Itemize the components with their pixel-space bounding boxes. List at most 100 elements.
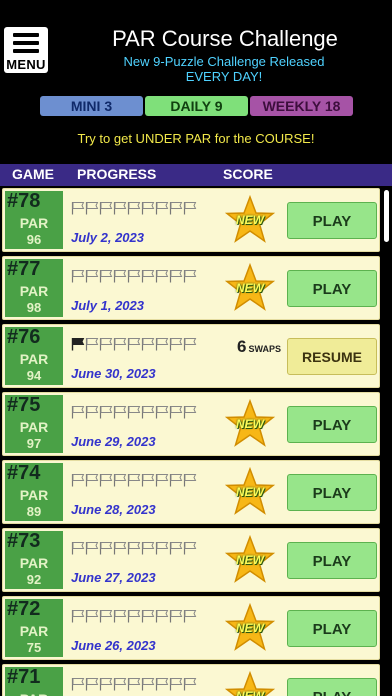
game-number: #71 [7, 666, 41, 688]
flag-empty-icon [85, 201, 99, 215]
progress-flags [71, 677, 197, 691]
menu-label: MENU [6, 57, 46, 72]
tab-daily-9[interactable]: DAILY 9 [145, 96, 248, 116]
flag-empty-icon [155, 473, 169, 487]
new-label: NEW [236, 213, 264, 227]
flag-empty-icon [127, 609, 141, 623]
game-number: #78 [7, 190, 41, 212]
flag-empty-icon [183, 337, 197, 351]
flag-empty-icon [127, 677, 141, 691]
play-button[interactable]: PLAY [287, 270, 377, 307]
swaps-count: 6 SWAPS [237, 337, 281, 357]
new-label: NEW [236, 689, 264, 696]
flag-empty-icon [99, 337, 113, 351]
puzzle-row[interactable]: #77 PAR 98 July 1, 2023 NEW PLAY [2, 256, 380, 320]
flag-empty-icon [71, 609, 85, 623]
progress-flags [71, 473, 197, 487]
puzzle-row[interactable]: #72 PAR 75 June 26, 2023 NEW PLAY [2, 596, 380, 660]
column-header: GAME PROGRESS SCORE [0, 164, 392, 186]
new-star-icon: NEW [224, 398, 276, 449]
new-label: NEW [236, 621, 264, 635]
flag-empty-icon [141, 609, 155, 623]
column-game: GAME [12, 166, 54, 182]
flag-filled-icon [71, 337, 85, 351]
game-badge: #72 PAR 75 [5, 598, 63, 657]
flag-empty-icon [71, 541, 85, 555]
new-star-icon: NEW [224, 602, 276, 653]
flag-empty-icon [71, 269, 85, 283]
flag-empty-icon [169, 269, 183, 283]
flag-empty-icon [141, 337, 155, 351]
game-badge: #77 PAR 98 [5, 258, 63, 317]
game-badge: #75 PAR 97 [5, 394, 63, 453]
flag-empty-icon [169, 405, 183, 419]
play-button[interactable]: PLAY [287, 678, 377, 696]
app-title: PAR Course Challenge [112, 26, 338, 51]
flag-empty-icon [85, 541, 99, 555]
flag-empty-icon [99, 405, 113, 419]
play-button[interactable]: PLAY [287, 610, 377, 647]
subtitle-line-1: New 9-Puzzle Challenge Released [123, 54, 325, 69]
flag-empty-icon [169, 201, 183, 215]
menu-button[interactable]: MENU [4, 27, 48, 73]
flag-empty-icon [169, 609, 183, 623]
puzzle-row[interactable]: #73 PAR 92 June 27, 2023 NEW PLAY [2, 528, 380, 592]
resume-button[interactable]: RESUME [287, 338, 377, 375]
tab-mini-3[interactable]: MINI 3 [40, 96, 143, 116]
flag-empty-icon [183, 405, 197, 419]
flag-empty-icon [169, 337, 183, 351]
flag-empty-icon [85, 473, 99, 487]
flag-empty-icon [183, 541, 197, 555]
puzzle-row[interactable]: #75 PAR 97 June 29, 2023 NEW PLAY [2, 392, 380, 456]
par-label: PAR [19, 283, 49, 299]
flag-empty-icon [183, 201, 197, 215]
par-label: PAR [19, 623, 49, 639]
par-label: PAR [19, 487, 49, 503]
puzzle-row[interactable]: #76 PAR 94 June 30, 2023 6 SWAPS RESUME [2, 324, 380, 388]
game-number: #76 [7, 326, 41, 348]
hamburger-icon-bar-3 [13, 49, 39, 53]
progress-flags [71, 269, 197, 283]
flag-empty-icon [155, 541, 169, 555]
game-number: #72 [7, 598, 41, 620]
tab-weekly-18[interactable]: WEEKLY 18 [250, 96, 353, 116]
flag-empty-icon [127, 269, 141, 283]
flag-empty-icon [183, 473, 197, 487]
puzzle-row[interactable]: #71 PAR NEW PLAY [2, 664, 380, 696]
par-value: 96 [26, 232, 42, 247]
game-badge: #74 PAR 89 [5, 462, 63, 521]
play-button[interactable]: PLAY [287, 406, 377, 443]
par-label: PAR [19, 555, 49, 571]
flag-empty-icon [141, 201, 155, 215]
flag-empty-icon [113, 541, 127, 555]
puzzle-row[interactable]: #78 PAR 96 July 2, 2023 NEW PLAY [2, 188, 380, 252]
column-progress: PROGRESS [77, 166, 157, 182]
puzzle-date: July 1, 2023 [71, 298, 144, 313]
new-star-icon: NEW [224, 262, 276, 313]
puzzle-row[interactable]: #74 PAR 89 June 28, 2023 NEW PLAY [2, 460, 380, 524]
swaps-number: 6 [237, 337, 247, 356]
puzzle-date: June 27, 2023 [71, 570, 156, 585]
play-button[interactable]: PLAY [287, 202, 377, 239]
new-star-icon: NEW [224, 466, 276, 517]
flag-empty-icon [113, 269, 127, 283]
flag-empty-icon [169, 473, 183, 487]
flag-empty-icon [85, 337, 99, 351]
flag-empty-icon [85, 677, 99, 691]
hamburger-icon-bar-1 [13, 33, 39, 37]
flag-empty-icon [113, 201, 127, 215]
tagline: Try to get UNDER PAR for the COURSE! [77, 131, 315, 146]
puzzle-date: June 29, 2023 [71, 434, 156, 449]
flag-empty-icon [99, 541, 113, 555]
flag-empty-icon [71, 677, 85, 691]
flag-empty-icon [155, 609, 169, 623]
play-button[interactable]: PLAY [287, 542, 377, 579]
flag-empty-icon [113, 337, 127, 351]
puzzle-list[interactable]: #78 PAR 96 July 2, 2023 NEW PLAY #77 PAR 98 July … [0, 186, 392, 696]
flag-empty-icon [71, 201, 85, 215]
scrollbar[interactable] [384, 190, 389, 242]
flag-empty-icon [127, 473, 141, 487]
new-star-icon: NEW [224, 670, 276, 696]
play-button[interactable]: PLAY [287, 474, 377, 511]
par-value: 92 [26, 572, 42, 587]
